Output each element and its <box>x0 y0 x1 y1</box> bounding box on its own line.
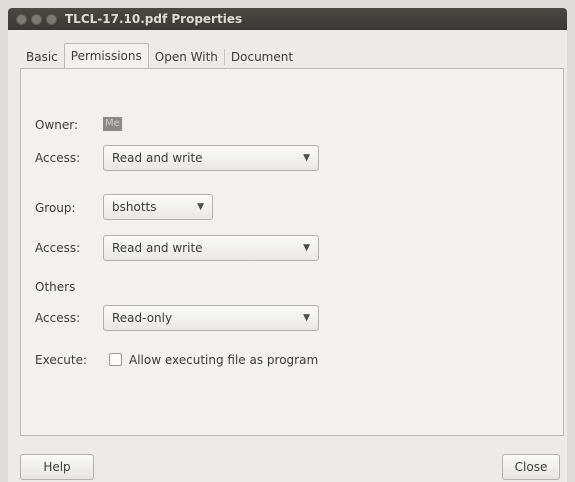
others-label: Others <box>35 280 76 294</box>
group-value: bshotts <box>112 200 157 214</box>
window-title: TLCL-17.10.pdf Properties <box>65 12 243 26</box>
dropdown-arrow-icon: ▼ <box>303 243 310 253</box>
owner-label: Owner: <box>35 118 79 132</box>
others-access-value: Read-only <box>112 311 173 325</box>
tab-document[interactable]: Document <box>225 46 299 68</box>
owner-access-value: Read and write <box>112 151 203 165</box>
dropdown-arrow-icon: ▼ <box>197 202 204 212</box>
execute-label: Execute: <box>35 353 88 367</box>
tab-open-with[interactable]: Open With <box>149 46 224 68</box>
owner-access-dropdown[interactable]: Read and write ▼ <box>103 145 319 171</box>
tab-permissions[interactable]: Permissions <box>63 43 149 68</box>
others-access-label: Access: <box>35 311 81 325</box>
properties-dialog: Basic Permissions Open With Document Own… <box>8 30 567 482</box>
group-access-value: Read and write <box>112 241 203 255</box>
group-access-label: Access: <box>35 241 81 255</box>
minimize-window-icon[interactable] <box>31 13 42 25</box>
owner-value: Me <box>103 117 122 131</box>
permissions-panel: Owner: Me Access: Read and write ▼ Group… <box>20 68 564 436</box>
dropdown-arrow-icon: ▼ <box>303 153 310 163</box>
title-bar: TLCL-17.10.pdf Properties <box>8 8 567 30</box>
owner-access-label: Access: <box>35 151 81 165</box>
group-label: Group: <box>35 201 76 215</box>
tab-basic[interactable]: Basic <box>20 46 64 68</box>
execute-checkbox[interactable] <box>109 353 122 366</box>
execute-checkbox-label[interactable]: Allow executing file as program <box>129 353 318 367</box>
tab-bar: Basic Permissions Open With Document <box>20 43 299 68</box>
close-button[interactable]: Close <box>502 454 560 480</box>
others-access-dropdown[interactable]: Read-only ▼ <box>103 305 319 331</box>
group-dropdown[interactable]: bshotts ▼ <box>103 194 213 220</box>
dropdown-arrow-icon: ▼ <box>303 313 310 323</box>
group-access-dropdown[interactable]: Read and write ▼ <box>103 235 319 261</box>
close-window-icon[interactable] <box>16 13 27 25</box>
maximize-window-icon[interactable] <box>46 13 57 25</box>
help-button[interactable]: Help <box>20 454 94 480</box>
